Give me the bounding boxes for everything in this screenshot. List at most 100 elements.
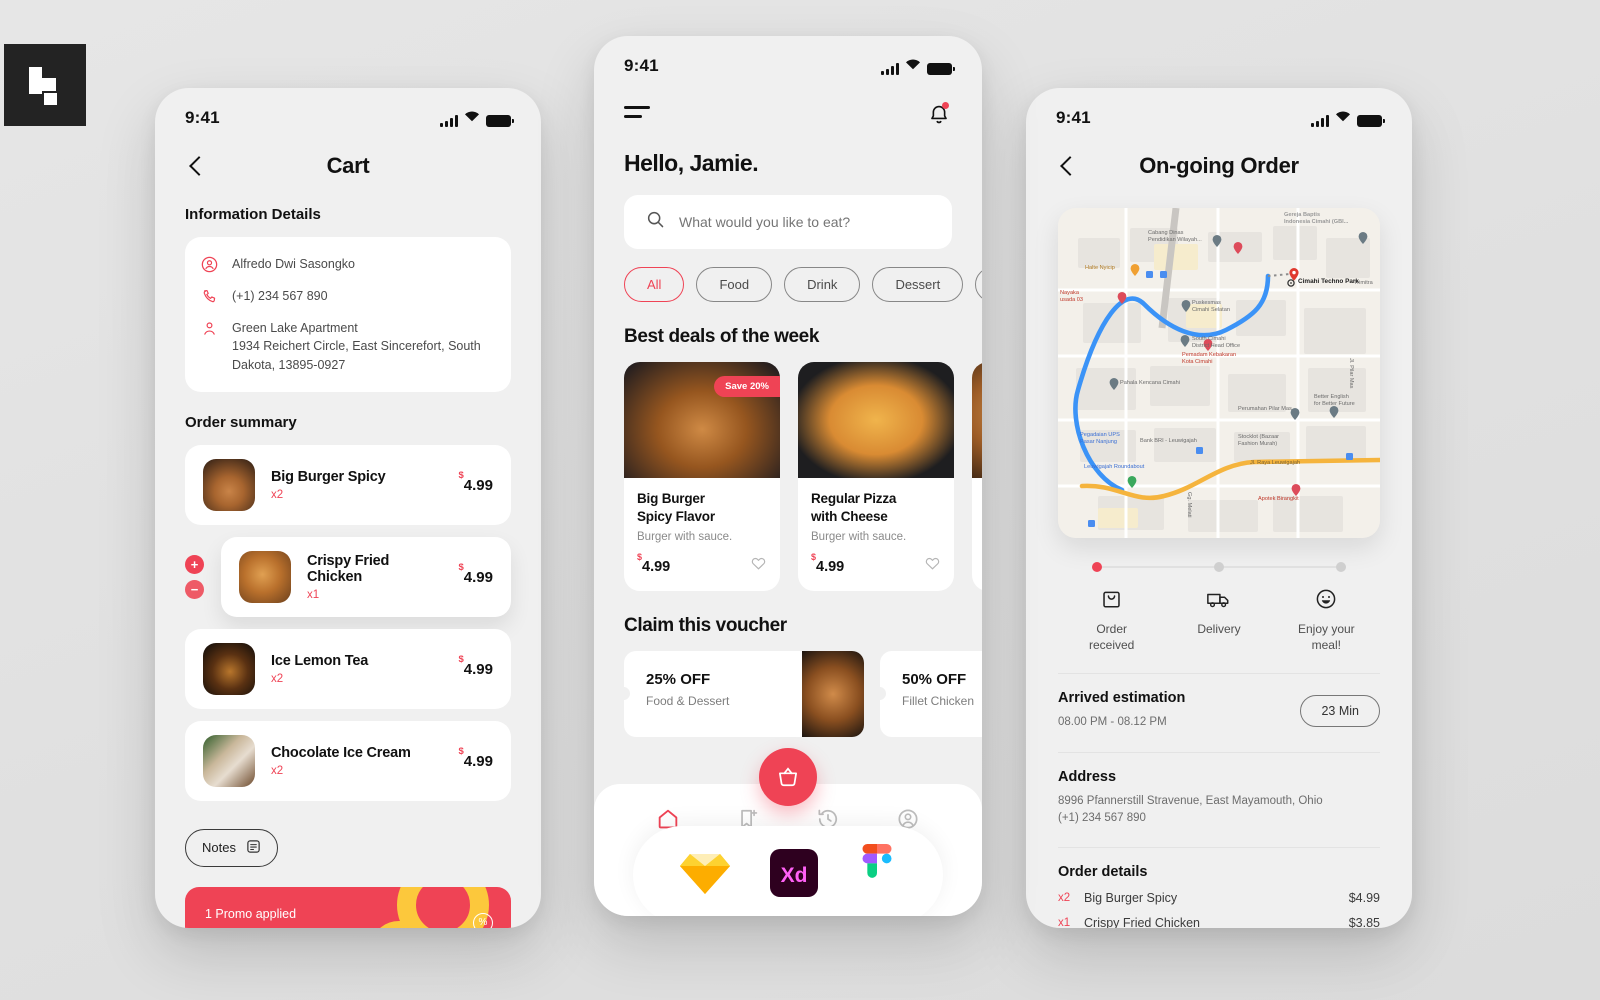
smile-icon	[1273, 586, 1380, 612]
progress-dot-2	[1214, 562, 1224, 572]
voucher-discount: 25% OFF	[646, 671, 711, 689]
battery-icon	[486, 115, 514, 127]
chip-healthy[interactable]: Healthy	[975, 267, 982, 302]
pizza-photo	[798, 362, 954, 478]
figma-logo	[857, 843, 897, 907]
chip-dessert[interactable]: Dessert	[872, 267, 964, 302]
search-input[interactable]	[679, 214, 930, 230]
notifications-button[interactable]	[926, 102, 952, 128]
chip-food[interactable]: Food	[696, 267, 773, 302]
detail-name: Big Burger Spicy	[1084, 891, 1178, 906]
detail-price: $4.99	[1348, 891, 1380, 906]
best-deals-title: Best deals of the week	[624, 326, 819, 347]
map-label: Cabang Dinas Pendidikan Wilayah...	[1148, 230, 1202, 243]
decrease-quantity-button[interactable]: −	[185, 579, 204, 599]
signal-icon	[440, 115, 458, 127]
search-bar[interactable]	[624, 195, 952, 249]
info-row-phone: (+1) 234 567 890	[201, 287, 493, 305]
status-time: 9:41	[624, 56, 659, 75]
wifi-icon	[905, 57, 921, 75]
bag-icon	[1058, 586, 1165, 612]
deal-name: Regular Pizza with Cheese	[811, 491, 897, 524]
map-label: Pegadaian UPS Pasar Nanjung	[1080, 432, 1120, 445]
address-line-2: 1934 Reichert Circle, East Sincerefort, …	[232, 339, 481, 372]
voucher-card[interactable]: 25% OFF Food & Dessert	[624, 651, 864, 738]
signal-icon	[881, 63, 899, 75]
page-title: Cart	[326, 153, 370, 178]
back-button[interactable]	[185, 154, 209, 178]
battery-icon	[927, 63, 955, 75]
customer-name: Alfredo Dwi Sasongko	[232, 257, 355, 271]
deal-desc: Burger with sauce.	[811, 531, 907, 544]
map-label: Pemadam Kebakaran Kota Cimahi	[1182, 352, 1237, 365]
divider	[1058, 847, 1380, 849]
item-qty: x1	[307, 588, 320, 601]
burger-thumb	[203, 458, 255, 511]
table-row[interactable]: Big Burger Spicy x2 $4.99	[185, 444, 511, 525]
map-label: Halte Nyicip	[1085, 265, 1115, 271]
eta-badge[interactable]: 23 Min	[1300, 695, 1380, 727]
step-order-received: Order received	[1058, 586, 1165, 653]
deal-card[interactable]: Save 20% Big Burger Spicy Flavor Burger …	[624, 362, 780, 592]
pixel-f-logo	[25, 65, 65, 105]
detail-price: $3.85	[1348, 916, 1380, 928]
map-label: Pahala Kencana Cimahi	[1120, 380, 1181, 386]
list-item: x1 Crispy Fried Chicken $3.85	[1058, 916, 1380, 928]
item-qty: x2	[271, 672, 284, 685]
map-label: Better English for Better Future	[1314, 394, 1355, 407]
phone-icon	[201, 288, 218, 305]
notification-badge-dot	[942, 102, 949, 109]
voucher-carousel[interactable]: 25% OFF Food & Dessert 50% OFF Fillet Ch…	[594, 651, 982, 738]
back-button[interactable]	[1056, 154, 1080, 178]
map-label: Bank BRI - Leuwigajah	[1140, 438, 1197, 444]
delivery-map[interactable]: Gereja Baptis Indonesia Cimahi (GBI... C…	[1058, 208, 1380, 538]
order-summary-list: Big Burger Spicy x2 $4.99 + − Crispy Fri…	[185, 444, 511, 801]
truck-icon	[1165, 586, 1272, 612]
basket-fab-button[interactable]	[759, 748, 817, 806]
status-bar: 9:41	[155, 88, 541, 132]
chip-drink[interactable]: Drink	[784, 267, 861, 302]
status-time: 9:41	[1056, 108, 1091, 127]
order-navbar: On-going Order	[1026, 132, 1412, 178]
page-title: On-going Order	[1139, 153, 1299, 178]
hamburger-menu-button[interactable]	[624, 106, 654, 123]
svg-text:Xd: Xd	[781, 864, 808, 887]
favorite-heart-icon[interactable]	[750, 555, 767, 577]
phone-ongoing-order-screen: 9:41 On-going Order Gereja Baptis Indone…	[1026, 88, 1412, 928]
deal-card[interactable]: Regular Pizza with Cheese Burger with sa…	[798, 362, 954, 592]
order-summary-title: Order summary	[185, 413, 297, 431]
address-block: Address 8996 Pfannerstill Stravenue, Eas…	[1026, 769, 1412, 828]
step-label: Delivery	[1197, 622, 1241, 636]
table-row[interactable]: + − Crispy Fried Chicken x1 $4.99	[185, 536, 511, 617]
voucher-card[interactable]: 50% OFF Fillet Chicken	[880, 651, 982, 738]
table-row[interactable]: Chocolate Ice Cream x2 $4.99	[185, 720, 511, 801]
table-row[interactable]: Ice Lemon Tea x2 $4.99	[185, 628, 511, 709]
phone-home-screen: 9:41 Hello, Jamie. All	[594, 36, 982, 916]
notes-button[interactable]: Notes	[185, 828, 278, 867]
battery-icon	[1357, 115, 1385, 127]
customer-phone: (+1) 234 567 890	[232, 289, 328, 304]
map-label: Jl. Pilar Mas	[1348, 358, 1354, 389]
increase-quantity-button[interactable]: +	[185, 554, 204, 574]
map-label: Apotek Birangkit	[1258, 496, 1299, 502]
promo-banner[interactable]: 1 Promo applied %	[185, 886, 511, 928]
item-name: Crispy Fried Chicken	[307, 552, 390, 585]
chip-all[interactable]: All	[624, 267, 685, 302]
progress-dot-1	[1092, 562, 1102, 572]
item-price: $4.99	[458, 746, 494, 770]
map-label: Stocklot (Bazaar Fashion Murah)	[1238, 434, 1280, 447]
status-time: 9:41	[185, 108, 220, 127]
burger-photo: Save 20%	[624, 362, 780, 478]
divider	[1058, 751, 1380, 753]
item-name: Ice Lemon Tea	[271, 652, 369, 669]
save-badge: Save 20%	[714, 376, 780, 397]
favorite-heart-icon[interactable]	[924, 555, 941, 577]
brand-logo-badge	[4, 44, 86, 126]
deal-card[interactable]	[972, 362, 982, 592]
arrival-title: Arrived estimation	[1058, 690, 1186, 707]
address-title: Address	[1058, 768, 1117, 785]
quantity-stepper[interactable]: + −	[185, 554, 204, 599]
map-label: South Cimahi District Head Office	[1192, 336, 1241, 349]
best-deals-carousel[interactable]: Save 20% Big Burger Spicy Flavor Burger …	[594, 362, 982, 592]
info-row-address: Green Lake Apartment 1934 Reichert Circl…	[201, 319, 493, 373]
